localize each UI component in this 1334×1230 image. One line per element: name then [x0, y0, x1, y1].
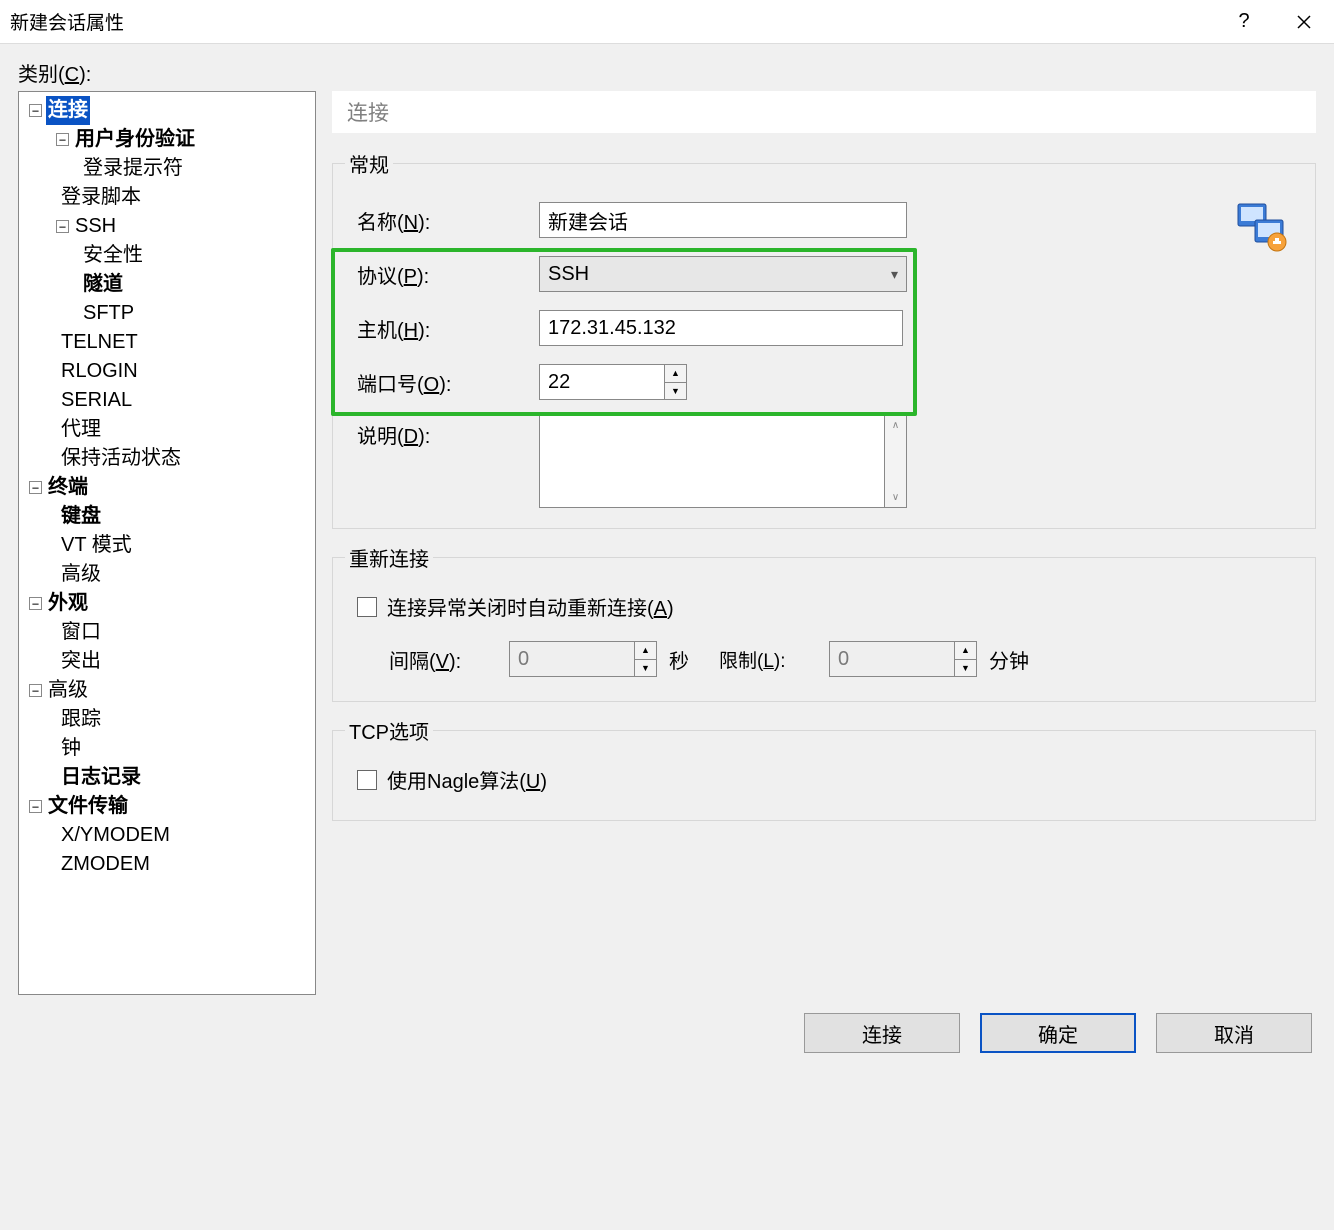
tree-item-trace[interactable]: 跟踪 — [59, 705, 103, 734]
limit-label: 限制(L): — [719, 646, 829, 673]
help-button[interactable]: ? — [1214, 0, 1274, 44]
port-label: 端口号(O): — [349, 368, 539, 397]
tree-item-login-prompt[interactable]: 登录提示符 — [81, 154, 185, 183]
limit-input — [829, 641, 955, 677]
tree-collapse-icon[interactable]: − — [29, 481, 42, 494]
protocol-select[interactable]: SSH ▾ — [539, 256, 907, 292]
tree-item-keepalive[interactable]: 保持活动状态 — [59, 444, 183, 473]
tree-item-appearance[interactable]: 外观 — [46, 589, 90, 618]
auto-reconnect-label: 连接异常关闭时自动重新连接(A) — [387, 592, 674, 621]
spin-down-icon: ▼ — [955, 660, 977, 678]
close-icon — [1296, 14, 1312, 30]
nagle-checkbox[interactable] — [357, 770, 377, 790]
session-icon — [1233, 198, 1289, 260]
tree-item-zmodem[interactable]: ZMODEM — [59, 850, 152, 879]
cancel-button[interactable]: 取消 — [1156, 1013, 1312, 1053]
tree-collapse-icon[interactable]: − — [56, 220, 69, 233]
tree-item-advanced-term[interactable]: 高级 — [59, 560, 103, 589]
nagle-label: 使用Nagle算法(U) — [387, 765, 547, 794]
auto-reconnect-checkbox[interactable] — [357, 597, 377, 617]
connect-button[interactable]: 连接 — [804, 1013, 960, 1053]
tree-item-proxy[interactable]: 代理 — [59, 415, 103, 444]
tree-item-rlogin[interactable]: RLOGIN — [59, 357, 140, 386]
tree-item-bell[interactable]: 钟 — [59, 734, 83, 763]
description-label: 说明(D): — [349, 414, 539, 449]
tree-collapse-icon[interactable]: − — [29, 104, 42, 117]
panel-title: 连接 — [332, 91, 1316, 133]
tree-collapse-icon[interactable]: − — [56, 133, 69, 146]
category-tree[interactable]: −连接 −用户身份验证 登录提示符 登录脚本 −SSH 安全性 隧道 SFTP … — [18, 91, 316, 995]
spin-down-icon[interactable]: ▼ — [665, 383, 687, 401]
interval-unit: 秒 — [669, 645, 689, 674]
host-input[interactable] — [539, 310, 903, 346]
interval-spinner: ▲ ▼ — [509, 641, 657, 677]
tree-item-serial[interactable]: SERIAL — [59, 386, 134, 415]
scroll-down-icon[interactable]: ∨ — [885, 487, 906, 507]
dialog-footer: 连接 确定 取消 — [0, 995, 1334, 1077]
group-reconnect-legend: 重新连接 — [345, 543, 433, 572]
limit-spinner: ▲ ▼ — [829, 641, 977, 677]
tree-item-vtmode[interactable]: VT 模式 — [59, 531, 134, 560]
tree-item-xymodem[interactable]: X/YMODEM — [59, 821, 172, 850]
tree-collapse-icon[interactable]: − — [29, 684, 42, 697]
tree-item-login-script[interactable]: 登录脚本 — [59, 183, 143, 212]
tree-item-connection[interactable]: 连接 — [46, 96, 90, 125]
protocol-label: 协议(P): — [349, 260, 539, 289]
name-label: 名称(N): — [349, 206, 539, 235]
tree-item-telnet[interactable]: TELNET — [59, 328, 140, 357]
tree-item-keyboard[interactable]: 键盘 — [59, 502, 103, 531]
tree-item-highlight[interactable]: 突出 — [59, 647, 103, 676]
spin-down-icon: ▼ — [635, 660, 657, 678]
group-tcp: TCP选项 使用Nagle算法(U) — [332, 716, 1316, 821]
spin-up-icon: ▲ — [635, 641, 657, 660]
tree-item-sftp[interactable]: SFTP — [81, 299, 136, 328]
tree-item-tunnel[interactable]: 隧道 — [81, 270, 125, 299]
chevron-down-icon: ▾ — [891, 266, 898, 283]
close-button[interactable] — [1274, 0, 1334, 44]
name-input[interactable] — [539, 202, 907, 238]
port-input[interactable] — [539, 364, 665, 400]
tree-item-security[interactable]: 安全性 — [81, 241, 145, 270]
textarea-scrollbar[interactable]: ∧ ∨ — [885, 414, 907, 508]
interval-input — [509, 641, 635, 677]
ok-button[interactable]: 确定 — [980, 1013, 1136, 1053]
group-reconnect: 重新连接 连接异常关闭时自动重新连接(A) 间隔(V): ▲ ▼ 秒 — [332, 543, 1316, 702]
group-tcp-legend: TCP选项 — [345, 716, 433, 745]
spin-up-icon[interactable]: ▲ — [665, 364, 687, 383]
tree-item-terminal[interactable]: 终端 — [46, 473, 90, 502]
tree-collapse-icon[interactable]: − — [29, 597, 42, 610]
tree-item-logging[interactable]: 日志记录 — [59, 763, 143, 792]
tree-collapse-icon[interactable]: − — [29, 800, 42, 813]
limit-unit: 分钟 — [989, 645, 1029, 674]
tree-item-ssh[interactable]: SSH — [73, 212, 118, 241]
group-general-legend: 常规 — [345, 149, 393, 178]
port-spinner[interactable]: ▲ ▼ — [539, 364, 687, 400]
window-title: 新建会话属性 — [10, 8, 1214, 35]
tree-item-filetransfer[interactable]: 文件传输 — [46, 792, 130, 821]
description-textarea[interactable] — [539, 414, 885, 508]
category-label: 类别(C): — [18, 58, 1316, 87]
interval-label: 间隔(V): — [349, 645, 509, 674]
titlebar: 新建会话属性 ? — [0, 0, 1334, 44]
host-label: 主机(H): — [349, 314, 539, 343]
tree-item-advanced[interactable]: 高级 — [46, 676, 90, 705]
tree-item-user-auth[interactable]: 用户身份验证 — [73, 125, 197, 154]
protocol-value: SSH — [548, 263, 589, 286]
group-general: 常规 名称(N): — [332, 149, 1316, 529]
tree-item-window[interactable]: 窗口 — [59, 618, 103, 647]
scroll-up-icon[interactable]: ∧ — [885, 415, 906, 435]
spin-up-icon: ▲ — [955, 641, 977, 660]
